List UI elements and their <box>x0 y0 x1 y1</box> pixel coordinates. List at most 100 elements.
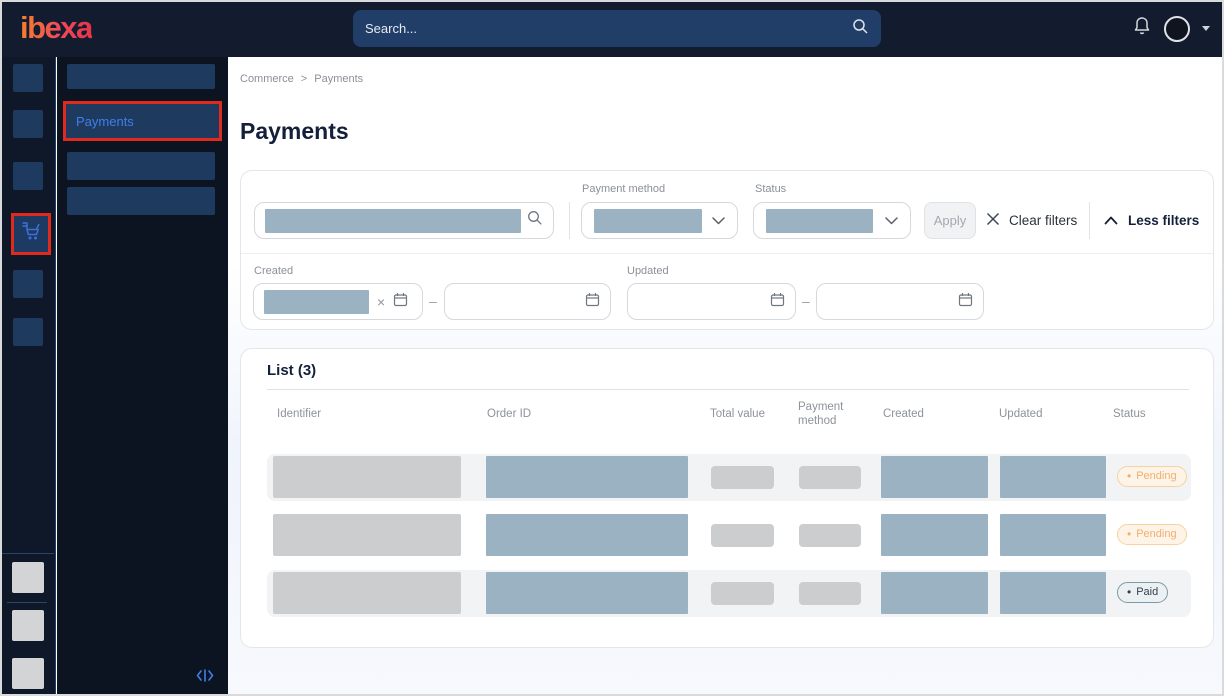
cell-order-id-redacted <box>486 456 688 498</box>
redacted-payment-method-value <box>594 209 702 233</box>
col-header-payment-method: Payment method <box>798 400 860 428</box>
app-window: ibexa <box>0 0 1224 696</box>
payments-list-card: List (3) Identifier Order ID Total value… <box>240 348 1214 648</box>
rail-bottom-item-1[interactable] <box>12 562 44 593</box>
menu-item-placeholder-2[interactable] <box>67 152 215 180</box>
chevron-up-icon <box>1104 213 1118 228</box>
user-menu-caret-icon[interactable] <box>1202 26 1210 31</box>
breadcrumb-separator: > <box>301 73 307 85</box>
cell-created-redacted <box>881 456 988 498</box>
topbar-actions <box>1132 0 1210 57</box>
calendar-icon[interactable] <box>770 292 785 312</box>
cell-identifier-redacted <box>273 572 461 614</box>
cell-order-id-redacted <box>486 572 688 614</box>
global-search-input[interactable] <box>365 21 852 36</box>
redacted-created-from-value <box>264 290 369 314</box>
date-range-separator: – <box>429 293 437 309</box>
chevron-down-icon <box>885 212 898 230</box>
status-select[interactable] <box>753 202 911 239</box>
chevron-down-icon <box>712 212 725 230</box>
menu-item-placeholder-3[interactable] <box>67 187 215 215</box>
main-icon-rail <box>0 57 56 696</box>
secondary-nav-panel: Payments <box>57 57 228 696</box>
rail-item-placeholder-1[interactable] <box>13 64 43 92</box>
payments-menu-item[interactable]: Payments <box>63 101 222 141</box>
col-header-order-id: Order ID <box>487 407 531 421</box>
cart-icon <box>20 221 42 247</box>
cell-identifier-redacted <box>273 456 461 498</box>
rail-item-placeholder-3[interactable] <box>13 162 43 190</box>
created-from-input[interactable]: × <box>253 283 423 320</box>
cell-updated-redacted <box>1000 514 1106 556</box>
rail-bottom-item-3[interactable] <box>12 658 44 689</box>
less-filters-label: Less filters <box>1128 213 1199 228</box>
updated-to-input[interactable] <box>816 283 984 320</box>
col-header-total-value: Total value <box>710 407 765 421</box>
topbar: ibexa <box>0 0 1224 57</box>
status-label: Paid <box>1136 586 1158 598</box>
created-to-input[interactable] <box>444 283 611 320</box>
search-icon[interactable] <box>527 210 543 231</box>
cell-order-id-redacted <box>486 514 688 556</box>
ibexa-logo[interactable]: ibexa <box>20 10 92 46</box>
cell-total-value-redacted <box>711 582 774 605</box>
filter-row-divider <box>241 253 1213 254</box>
list-divider <box>267 389 1189 390</box>
calendar-icon[interactable] <box>958 292 973 312</box>
filter-divider <box>1089 202 1090 239</box>
status-dot-icon: • <box>1127 528 1131 540</box>
global-search[interactable] <box>353 10 881 47</box>
rail-bottom-item-2[interactable] <box>12 610 44 641</box>
payments-menu-label: Payments <box>66 114 134 129</box>
breadcrumb: Commerce > Payments <box>240 73 363 85</box>
payment-method-label: Payment method <box>582 183 665 195</box>
bell-icon[interactable] <box>1132 15 1152 42</box>
redacted-search-value <box>265 209 521 233</box>
clear-date-icon[interactable]: × <box>377 294 385 310</box>
less-filters-button[interactable]: Less filters <box>1104 202 1199 239</box>
collapse-sidebar-icon[interactable] <box>196 668 214 688</box>
cell-created-redacted <box>881 514 988 556</box>
cell-payment-method-redacted <box>799 524 861 547</box>
clear-filters-button[interactable]: Clear filters <box>986 202 1077 239</box>
updated-label: Updated <box>627 265 669 277</box>
cell-identifier-redacted <box>273 514 461 556</box>
cell-total-value-redacted <box>711 524 774 547</box>
payment-method-select[interactable] <box>581 202 738 239</box>
date-range-separator: – <box>802 293 810 309</box>
filter-search-input[interactable] <box>254 202 554 239</box>
status-dot-icon: • <box>1127 586 1131 598</box>
rail-divider <box>7 602 47 603</box>
main-content: Commerce > Payments Payments Payment metho… <box>228 57 1224 696</box>
clear-filters-label: Clear filters <box>1009 213 1077 228</box>
rail-item-placeholder-2[interactable] <box>13 110 43 138</box>
table-row[interactable]: • Pending <box>267 512 1191 559</box>
updated-from-input[interactable] <box>627 283 796 320</box>
table-row[interactable]: • Pending <box>267 454 1191 501</box>
menu-item-placeholder-1[interactable] <box>67 64 215 89</box>
col-header-updated: Updated <box>999 407 1042 421</box>
rail-divider <box>2 553 54 554</box>
col-header-identifier: Identifier <box>277 407 321 421</box>
status-label: Pending <box>1136 470 1176 482</box>
rail-item-placeholder-4[interactable] <box>13 270 43 298</box>
status-badge: • Pending <box>1117 466 1187 487</box>
close-icon <box>986 212 1000 229</box>
page-title: Payments <box>240 118 349 145</box>
apply-button[interactable]: Apply <box>924 202 976 239</box>
commerce-cart-rail-icon[interactable] <box>11 213 51 255</box>
breadcrumb-payments[interactable]: Payments <box>314 73 363 85</box>
cell-updated-redacted <box>1000 572 1106 614</box>
status-filter-label: Status <box>755 183 786 195</box>
redacted-status-value <box>766 209 873 233</box>
list-title: List (3) <box>267 362 316 379</box>
table-row[interactable]: • Paid <box>267 570 1191 617</box>
filter-divider <box>569 202 570 239</box>
calendar-icon[interactable] <box>585 292 600 312</box>
breadcrumb-commerce[interactable]: Commerce <box>240 73 294 85</box>
rail-item-placeholder-5[interactable] <box>13 318 43 346</box>
calendar-icon[interactable] <box>393 292 408 312</box>
cell-total-value-redacted <box>711 466 774 489</box>
user-avatar[interactable] <box>1164 16 1190 42</box>
search-icon <box>852 18 869 40</box>
